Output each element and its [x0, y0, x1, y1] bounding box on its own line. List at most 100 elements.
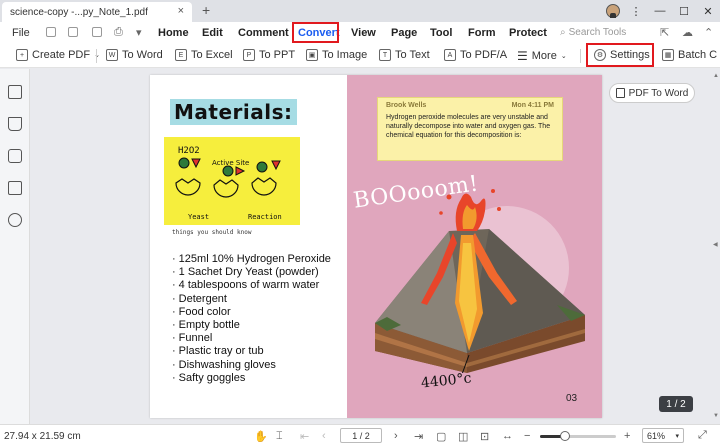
first-page-icon[interactable]: ⇤ [300, 430, 309, 443]
attachments-icon[interactable] [8, 181, 22, 195]
settings-highlight [586, 43, 654, 67]
zoom-in-icon[interactable]: + [624, 430, 630, 442]
zoom-value: 61% [647, 430, 666, 441]
zoom-slider[interactable] [540, 431, 616, 441]
previous-page-icon[interactable]: ‹ [322, 430, 326, 442]
to-pdfa-button[interactable]: A To PDF/A [444, 49, 507, 61]
new-tab-button[interactable]: + [202, 2, 210, 18]
scroll-down-icon[interactable]: ▼ [713, 413, 719, 419]
open-icon[interactable] [68, 27, 78, 37]
status-bar: 27.94 x 21.59 cm ✋ ⌶ ⇤ ‹ 1 / 2 › ⇥ ▢ ◫ ⊡… [0, 424, 720, 446]
tab-title: science-copy -...py_Note_1.pdf [10, 6, 148, 18]
hand-tool-icon[interactable]: ✋ [254, 430, 268, 443]
active-site-label: Active Site [212, 159, 249, 167]
print-icon[interactable]: ⎙ [114, 26, 123, 39]
more-button[interactable]: ☰ More ⌄ [517, 49, 567, 63]
to-excel-button[interactable]: E To Excel [175, 49, 233, 61]
toolbar-divider [96, 49, 97, 63]
page-left-panel: Materials: H2O2 Active Site Yeast Reacti… [150, 75, 347, 418]
page-number-input[interactable]: 1 / 2 [340, 428, 382, 443]
materials-heading: Materials: [170, 99, 297, 125]
single-page-view-icon[interactable]: ▢ [436, 430, 446, 443]
menu-file[interactable]: File [12, 27, 30, 39]
thumbnails-icon[interactable] [8, 85, 22, 99]
search-tools[interactable]: ⌕ Search Tools [560, 27, 626, 38]
zoom-level-select[interactable]: 61% ▾ [642, 428, 684, 443]
to-excel-label: To Excel [191, 49, 233, 61]
close-button[interactable]: ✕ [696, 5, 720, 18]
batch-convert-button[interactable]: ▦ Batch C [662, 49, 717, 61]
quick-access-dropdown-icon[interactable]: ▾ [136, 26, 142, 39]
menu-comment[interactable]: Comment [238, 27, 289, 39]
fit-width-icon[interactable]: ↔ [502, 430, 513, 442]
search-panel-icon[interactable] [8, 213, 22, 227]
minimize-button[interactable]: — [648, 5, 672, 17]
materials-list: 125ml 10% Hydrogen Peroxide 1 Sachet Dry… [172, 253, 331, 385]
zoom-out-icon[interactable]: − [524, 430, 530, 442]
create-pdf-button[interactable]: + Create PDF ⌄ [16, 49, 100, 61]
save-icon[interactable] [46, 27, 56, 37]
fullscreen-icon[interactable]: ⤢ [698, 429, 707, 442]
document-tab[interactable]: science-copy -...py_Note_1.pdf × [2, 2, 192, 22]
two-page-view-icon[interactable]: ◫ [458, 430, 468, 443]
next-page-icon[interactable]: › [394, 430, 398, 442]
collapse-ribbon-icon[interactable]: ⌃ [704, 26, 713, 39]
zoom-slider-thumb[interactable] [560, 431, 570, 441]
volcano-illustration [375, 189, 585, 373]
cloud-icon[interactable]: ☁ [682, 26, 693, 39]
list-item: Food color [172, 306, 331, 319]
temperature-label: 4400°c [420, 370, 473, 392]
menu-form[interactable]: Form [468, 27, 496, 39]
batch-label: Batch C [678, 49, 718, 61]
comments-icon[interactable] [8, 149, 22, 163]
select-tool-icon[interactable]: ⌶ [276, 430, 283, 443]
menu-protect[interactable]: Protect [509, 27, 547, 39]
to-ppt-button[interactable]: P To PPT [243, 49, 295, 61]
email-icon[interactable] [92, 27, 102, 37]
collapse-right-panel-icon[interactable]: ◀ [713, 241, 718, 248]
note-text: Hydrogen peroxide molecules are very uns… [386, 114, 551, 139]
to-text-button[interactable]: T To Text [379, 49, 430, 61]
pdf-to-word-button[interactable]: PDF To Word [609, 83, 695, 103]
maximize-button[interactable]: ☐ [672, 5, 696, 18]
diagram-caption: things you should know [172, 229, 252, 236]
last-page-icon[interactable]: ⇥ [414, 430, 423, 443]
create-pdf-icon: + [16, 49, 28, 61]
tab-close-icon[interactable]: × [178, 5, 184, 17]
more-icon: ☰ [517, 49, 528, 63]
note-author: Brook Wells [386, 102, 427, 109]
left-sidebar [0, 69, 30, 424]
menu-view[interactable]: View [351, 27, 376, 39]
to-word-button[interactable]: W To Word [106, 49, 163, 61]
word-icon: W [106, 49, 118, 61]
h2o2-label: H2O2 [178, 146, 200, 156]
convert-toolbar: + Create PDF ⌄ W To Word E To Excel P To… [0, 43, 720, 68]
pdfa-icon: A [444, 49, 456, 61]
bookmark-icon[interactable] [8, 117, 22, 131]
menu-tool[interactable]: Tool [430, 27, 452, 39]
menu-edit[interactable]: Edit [202, 27, 223, 39]
to-ppt-label: To PPT [259, 49, 296, 61]
yeast-label: Yeast [188, 213, 209, 221]
pdf-to-word-label: PDF To Word [628, 87, 689, 99]
more-options-icon[interactable]: ⋮ [624, 5, 648, 18]
menu-bar: File ⎙ ▾ Home Edit Comment Convert View … [0, 22, 720, 44]
list-item: Detergent [172, 293, 331, 306]
to-image-label: To Image [322, 49, 368, 61]
to-text-label: To Text [395, 49, 430, 61]
share-icon[interactable]: ⇱ [660, 26, 669, 39]
page-indicator-badge: 1 / 2 [659, 396, 693, 412]
sticky-note-comment[interactable]: Brook Wells Mon 4:11 PM Hydrogen peroxid… [377, 97, 563, 161]
to-image-button[interactable]: ▣ To Image [306, 49, 367, 61]
menu-page[interactable]: Page [391, 27, 417, 39]
chevron-down-icon: ▾ [675, 432, 679, 440]
document-page-number: 03 [566, 393, 578, 404]
menu-home[interactable]: Home [158, 27, 189, 39]
vertical-scrollbar[interactable]: ▲ ◀ ▼ [712, 69, 720, 424]
list-item: Funnel [172, 332, 331, 345]
scroll-up-icon[interactable]: ▲ [713, 73, 719, 79]
fit-page-icon[interactable]: ⊡ [480, 430, 489, 443]
text-icon: T [379, 49, 391, 61]
avatar[interactable] [606, 4, 620, 18]
list-item: 125ml 10% Hydrogen Peroxide [172, 253, 331, 266]
